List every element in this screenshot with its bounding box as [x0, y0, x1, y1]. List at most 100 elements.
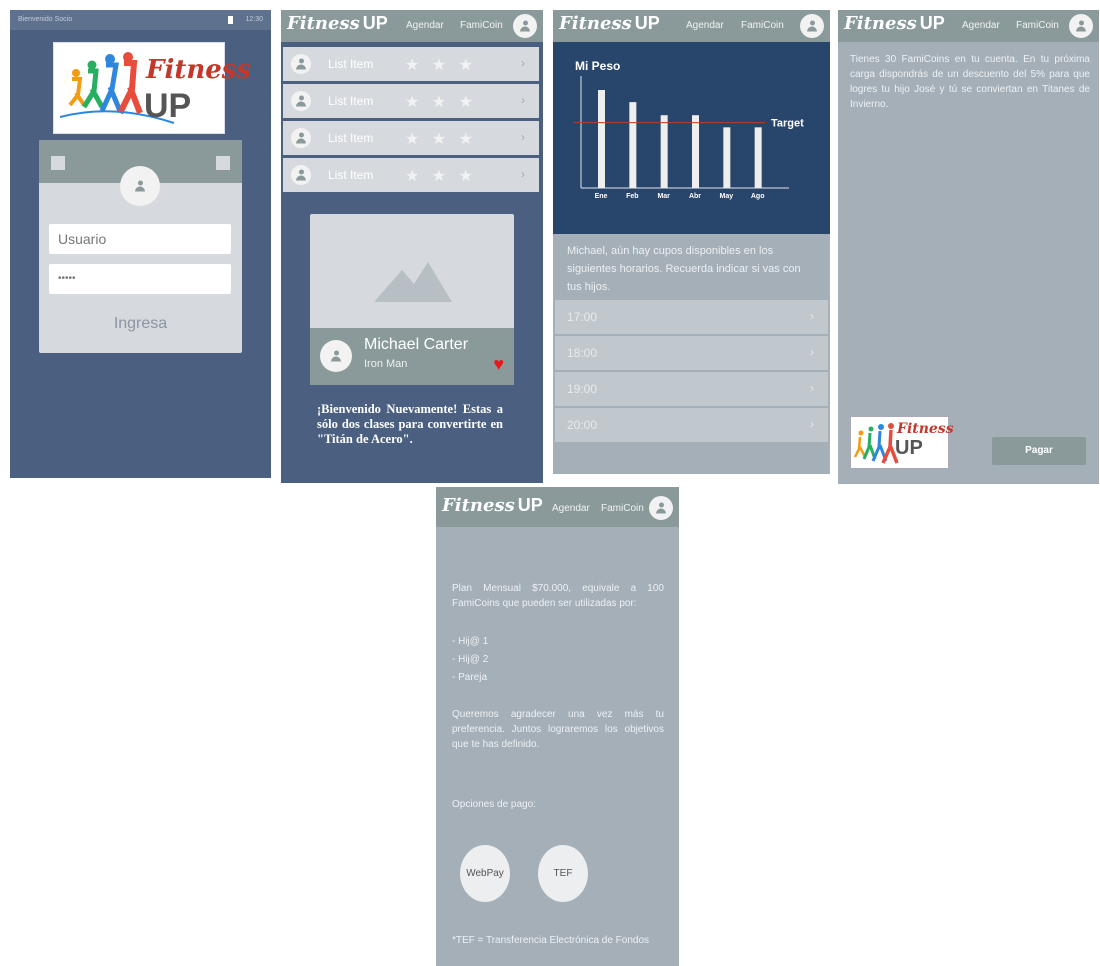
time-slot[interactable]: 19:00 › [555, 372, 828, 406]
list-item[interactable]: List Item ★ ★ ★ › [283, 158, 539, 192]
list-item-label: List Item [328, 131, 374, 145]
nav-agendar[interactable]: Agendar [962, 20, 1000, 31]
header-avatar[interactable] [800, 14, 824, 38]
webpay-option[interactable]: WebPay [460, 845, 510, 902]
time-slot-label: 17:00 [567, 310, 598, 324]
tef-footnote: *TEF = Transferencia Electrónica de Fond… [452, 935, 650, 946]
chart-bar [754, 127, 762, 188]
login-screen: Bienvenido Socio 12:30 Fitness UP Usuari… [10, 10, 271, 478]
availability-message: Michael, aún hay cupos disponibles en lo… [567, 245, 801, 293]
mountain-icon [374, 262, 452, 302]
chevron-right-icon: › [810, 381, 814, 395]
logo-up-text: UP [144, 87, 192, 125]
chevron-right-icon: › [810, 345, 814, 359]
chevron-right-icon: › [521, 130, 525, 144]
chart-bar [598, 90, 605, 188]
checkbox-right-icon[interactable] [216, 156, 230, 170]
home-screen: Fitness UP Agendar FamiCoin List Item ★ ★… [281, 10, 543, 483]
nav-agendar[interactable]: Agendar [686, 20, 724, 31]
time-slot[interactable]: 20:00 › [555, 408, 828, 442]
target-label: Target [771, 118, 804, 130]
x-tick-label: Ago [751, 193, 765, 200]
time-slot[interactable]: 18:00 › [555, 336, 828, 370]
battery-icon [228, 16, 233, 24]
nav-famicoin[interactable]: FamiCoin [460, 20, 503, 31]
rating-stars[interactable]: ★ ★ ★ [405, 92, 477, 112]
header-avatar[interactable] [513, 14, 537, 38]
x-tick-label: Mar [657, 193, 670, 200]
x-tick-label: May [720, 193, 734, 200]
chevron-right-icon: › [810, 309, 814, 323]
x-tick-label: Ene [595, 193, 608, 200]
beneficiary-item: - Hij@ 1 [452, 636, 489, 647]
plan-description: Plan Mensual $70.000, equivale a 100 Fam… [452, 583, 664, 609]
status-bar: Bienvenido Socio 12:30 [10, 10, 271, 30]
heart-icon[interactable]: ♥ [493, 354, 504, 375]
tef-option[interactable]: TEF [538, 845, 588, 902]
time-slot-label: 18:00 [567, 346, 598, 360]
header-logo: Fitness UP [844, 13, 945, 34]
list-item[interactable]: List Item ★ ★ ★ › [283, 84, 539, 118]
nav-famicoin[interactable]: FamiCoin [1016, 20, 1059, 31]
nav-famicoin[interactable]: FamiCoin [741, 20, 784, 31]
famicoins-screen: Fitness UP Agendar FamiCoin Tienes 30 Fam… [838, 10, 1099, 484]
chevron-right-icon: › [521, 56, 525, 70]
profile-bar: Michael Carter Iron Man ♥ [310, 328, 514, 385]
nav-agendar[interactable]: Agendar [552, 503, 590, 514]
logo-fitness-text: Fitness [897, 421, 954, 437]
time-slot-label: 20:00 [567, 418, 598, 432]
login-card: Usuario ••••• Ingresa [39, 140, 242, 353]
pay-button[interactable]: Pagar [992, 437, 1086, 465]
login-button[interactable]: Ingresa [39, 315, 242, 333]
runners-icon [853, 423, 899, 464]
fitness-up-logo: Fitness UP [53, 42, 251, 134]
logo-fitness-text: Fitness [146, 55, 252, 85]
chart-bar [629, 102, 637, 188]
list-item-label: List Item [328, 94, 374, 108]
profile-card[interactable]: Michael Carter Iron Man ♥ [310, 214, 514, 385]
person-icon [520, 20, 530, 32]
schedule-screen: Fitness UP Agendar FamiCoin Mi Peso Ene Fe… [553, 10, 830, 474]
header-avatar[interactable] [1069, 14, 1093, 38]
rating-stars[interactable]: ★ ★ ★ [405, 166, 477, 186]
list-item[interactable]: List Item ★ ★ ★ › [283, 47, 539, 81]
nav-famicoin[interactable]: FamiCoin [601, 503, 644, 514]
fitness-up-logo: Fitness UP [850, 416, 954, 469]
chevron-right-icon: › [521, 93, 525, 107]
image-placeholder [310, 214, 514, 328]
payment-options-label: Opciones de pago: [452, 799, 536, 810]
header-avatar[interactable] [649, 496, 673, 520]
status-time: 12:30 [245, 16, 263, 23]
list-item[interactable]: List Item ★ ★ ★ › [283, 121, 539, 155]
list-avatar-icon [291, 91, 311, 111]
x-tick-label: Feb [626, 193, 638, 200]
person-icon [135, 180, 145, 192]
famicoins-message: Tienes 30 FamiCoins en tu cuenta. En tu … [850, 54, 1090, 110]
password-field[interactable]: ••••• [49, 264, 231, 294]
username-field[interactable]: Usuario [49, 224, 231, 254]
profile-subtitle: Iron Man [364, 358, 408, 370]
app-header: Fitness UP Agendar FamiCoin [436, 487, 679, 527]
beneficiary-item: - Hij@ 2 [452, 654, 489, 665]
rating-stars[interactable]: ★ ★ ★ [405, 129, 477, 149]
checkbox-left-icon[interactable] [51, 156, 65, 170]
header-logo: Fitness UP [559, 13, 660, 34]
nav-agendar[interactable]: Agendar [406, 20, 444, 31]
list-avatar-icon [291, 128, 311, 148]
chart-bar [723, 127, 731, 188]
profile-name: Michael Carter [364, 336, 469, 353]
time-slot-label: 19:00 [567, 382, 598, 396]
payment-screen: Fitness UP Agendar FamiCoin Plan Mensual … [436, 487, 679, 966]
list-avatar-icon [291, 54, 311, 74]
header-logo: Fitness UP [287, 13, 388, 34]
person-icon [1076, 20, 1086, 32]
list-item-label: List Item [328, 168, 374, 182]
list-avatar-icon [291, 165, 311, 185]
rating-stars[interactable]: ★ ★ ★ [405, 55, 477, 75]
time-slot[interactable]: 17:00 › [555, 300, 828, 334]
chevron-right-icon: › [521, 167, 525, 181]
weight-chart: Mi Peso Ene Feb Mar Abr May Ago Target [553, 42, 830, 234]
welcome-message: ¡Bienvenido Nuevamente! Estas a sólo dos… [317, 402, 503, 446]
header-logo: Fitness UP [442, 495, 543, 516]
person-icon [656, 502, 666, 514]
